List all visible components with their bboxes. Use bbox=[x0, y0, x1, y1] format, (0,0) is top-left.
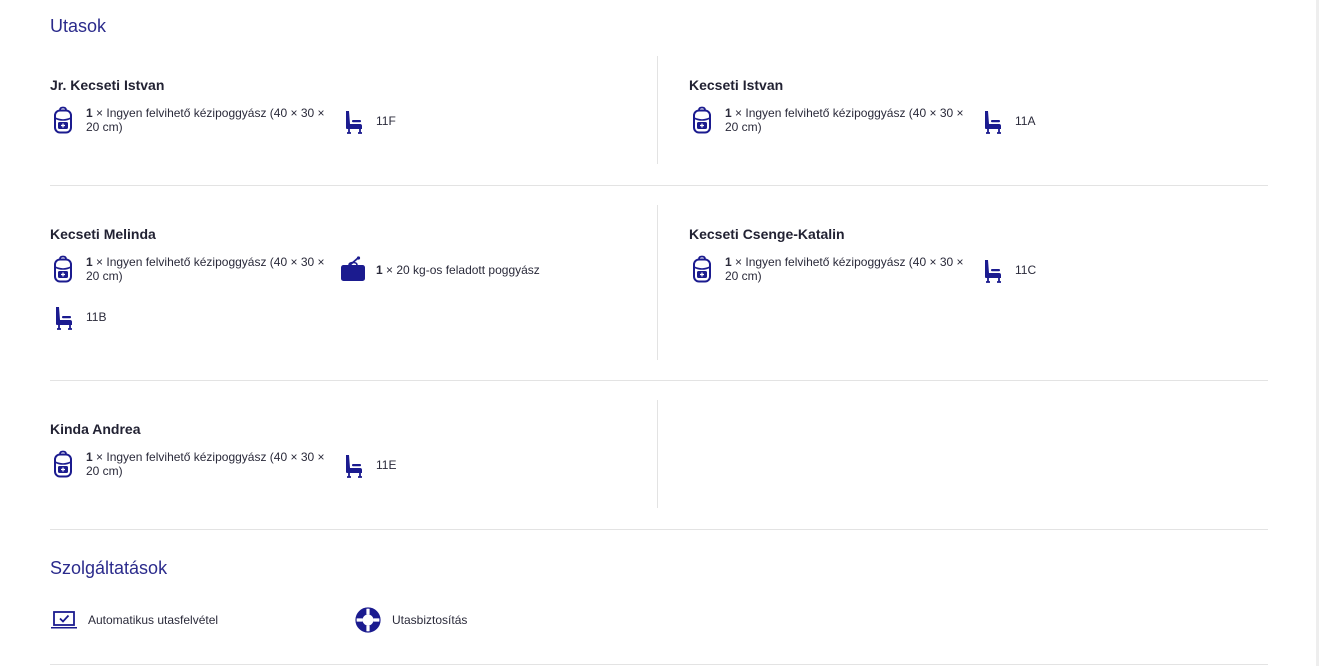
bag-description: × Ingyen felvihető kézipoggyász (40 × 30… bbox=[86, 450, 325, 478]
seat-number: 11A bbox=[1015, 114, 1036, 128]
divider bbox=[50, 664, 1268, 665]
cabin-bag-item: 1 × Ingyen felvihető kézipoggyász (40 × … bbox=[50, 255, 331, 285]
seat-icon bbox=[340, 450, 366, 480]
passenger-card: Kinda Andrea 1 × Ingyen felvihető kézipo… bbox=[50, 400, 658, 508]
bag-count: 1 bbox=[86, 106, 93, 120]
bag-count: 1 bbox=[86, 450, 93, 464]
seat-item: 11E bbox=[340, 450, 396, 480]
seat-item: 11C bbox=[979, 255, 1036, 285]
seat-number: 11C bbox=[1015, 263, 1037, 277]
checked-count: 1 bbox=[376, 263, 383, 277]
checked-description: × 20 kg-os feladott poggyász bbox=[382, 263, 540, 277]
bag-count: 1 bbox=[725, 255, 732, 269]
bag-description: × Ingyen felvihető kézipoggyász (40 × 30… bbox=[725, 106, 964, 134]
laptop-check-icon bbox=[50, 606, 78, 634]
divider bbox=[50, 185, 1268, 186]
seat-number: 11F bbox=[376, 114, 396, 128]
service-label: Automatikus utasfelvétel bbox=[88, 613, 219, 627]
cabin-bag-item: 1 × Ingyen felvihető kézipoggyász (40 × … bbox=[50, 106, 331, 136]
divider bbox=[50, 380, 1268, 381]
seat-item: 11A bbox=[979, 106, 1035, 136]
bag-count: 1 bbox=[725, 106, 732, 120]
bag-description: × Ingyen felvihető kézipoggyász (40 × 30… bbox=[725, 255, 964, 283]
passenger-name: Kecseti Istvan bbox=[689, 77, 784, 93]
backpack-icon bbox=[50, 450, 76, 480]
passenger-row: Kinda Andrea 1 × Ingyen felvihető kézipo… bbox=[50, 400, 1268, 508]
seat-icon bbox=[979, 106, 1005, 136]
backpack-icon bbox=[689, 106, 715, 136]
service-item-travel-insurance: Utasbiztosítás bbox=[354, 606, 467, 634]
bag-count: 1 bbox=[86, 255, 93, 269]
passenger-name: Jr. Kecseti Istvan bbox=[50, 77, 165, 93]
cabin-bag-item: 1 × Ingyen felvihető kézipoggyász (40 × … bbox=[689, 255, 970, 285]
seat-icon bbox=[50, 302, 76, 332]
passenger-card: Kecseti Istvan 1 × Ingyen felvihető kézi… bbox=[689, 56, 1268, 164]
seat-number: 11E bbox=[376, 458, 397, 472]
lifebuoy-icon bbox=[354, 606, 382, 634]
cabin-bag-item: 1 × Ingyen felvihető kézipoggyász (40 × … bbox=[689, 106, 970, 136]
checked-bag-item: 1 × 20 kg-os feladott poggyász bbox=[340, 255, 540, 285]
seat-item: 11F bbox=[340, 106, 396, 136]
passenger-card: Kecseti Csenge-Katalin 1 × Ingyen felvih… bbox=[689, 205, 1268, 360]
cabin-bag-item: 1 × Ingyen felvihető kézipoggyász (40 × … bbox=[50, 450, 331, 480]
backpack-icon bbox=[689, 255, 715, 285]
seat-item: 11B bbox=[50, 302, 106, 332]
passenger-row: Jr. Kecseti Istvan 1 × Ingyen felvihető … bbox=[50, 56, 1268, 164]
service-item-online-checkin: Automatikus utasfelvétel bbox=[50, 606, 218, 634]
seat-icon bbox=[979, 255, 1005, 285]
seat-icon bbox=[340, 106, 366, 136]
divider bbox=[50, 529, 1268, 530]
passenger-name: Kinda Andrea bbox=[50, 421, 141, 437]
seat-number: 11B bbox=[86, 310, 107, 324]
suitcase-icon bbox=[340, 255, 366, 285]
passenger-card: Kecseti Melinda 1 × Ingyen felvihető kéz… bbox=[50, 205, 658, 360]
service-label: Utasbiztosítás bbox=[392, 613, 468, 627]
passengers-section-title: Utasok bbox=[50, 16, 107, 36]
backpack-icon bbox=[50, 106, 76, 136]
bag-description: × Ingyen felvihető kézipoggyász (40 × 30… bbox=[86, 106, 325, 134]
passenger-row: Kecseti Melinda 1 × Ingyen felvihető kéz… bbox=[50, 205, 1268, 360]
passenger-card: Jr. Kecseti Istvan 1 × Ingyen felvihető … bbox=[50, 56, 658, 164]
services-section-title: Szolgáltatások bbox=[50, 558, 168, 578]
backpack-icon bbox=[50, 255, 76, 285]
passenger-name: Kecseti Melinda bbox=[50, 226, 156, 242]
bag-description: × Ingyen felvihető kézipoggyász (40 × 30… bbox=[86, 255, 325, 283]
passenger-name: Kecseti Csenge-Katalin bbox=[689, 226, 845, 242]
